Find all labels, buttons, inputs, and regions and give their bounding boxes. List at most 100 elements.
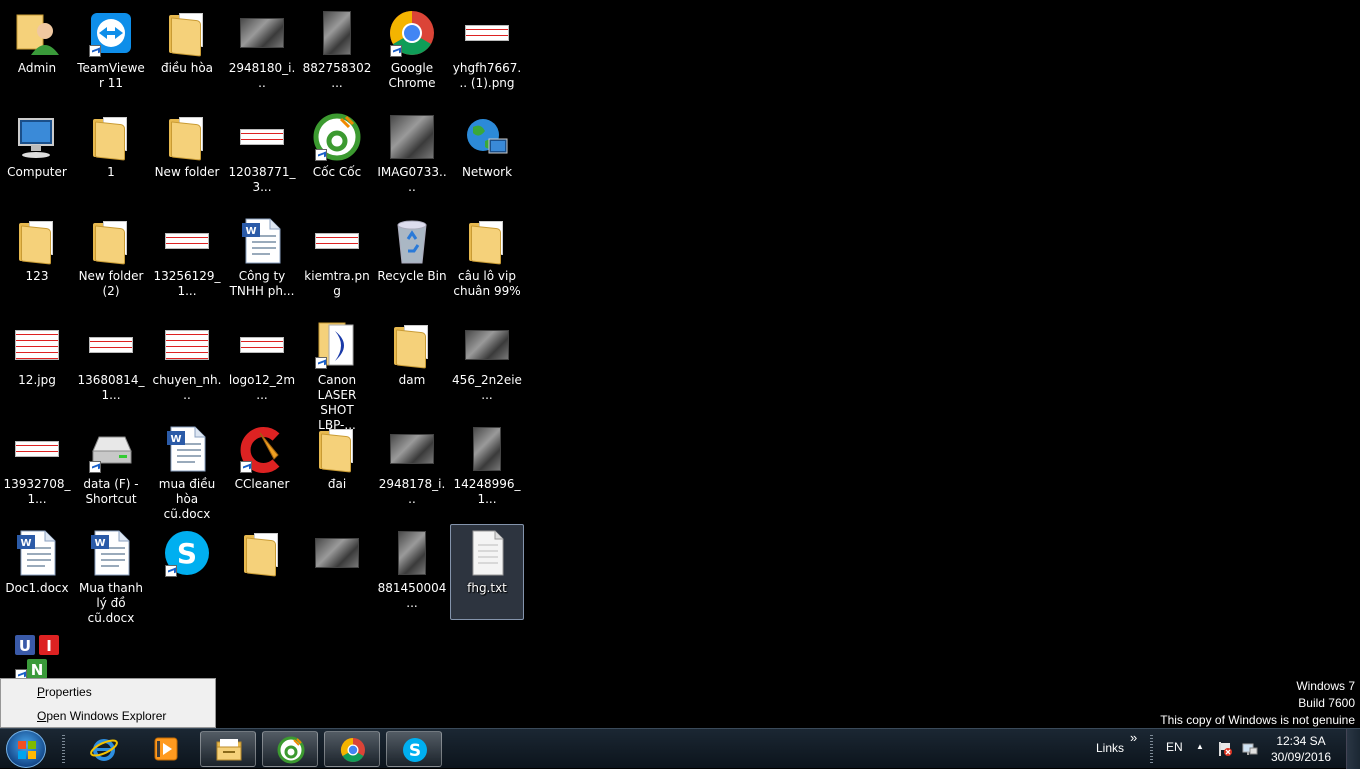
taskbar-internet-explorer[interactable] (76, 731, 132, 767)
desktop-icon-google-chrome[interactable]: Google Chrome (375, 4, 449, 100)
word-icon: W (13, 529, 61, 577)
shortcut-arrow-icon (390, 45, 402, 57)
desktop-icon-ai[interactable]: đai (300, 420, 374, 516)
banner-icon (163, 321, 211, 369)
desktop-icon-cong-ty-tnhh-ph[interactable]: W Công ty TNHH ph... (225, 212, 299, 308)
links-chevron-icon[interactable]: » (1130, 730, 1137, 745)
desktop-icon-kiemtra-png[interactable]: kiemtra.png (300, 212, 374, 308)
recycle-icon (388, 217, 436, 265)
taskbar-skype[interactable]: S (386, 731, 442, 767)
desktop-icon-mua-thanh-ly-o-cu-docx[interactable]: W Mua thanh lý đồ cũ.docx (74, 524, 148, 625)
language-indicator[interactable]: EN (1166, 740, 1183, 754)
desktop-icon-teamviewer-11[interactable]: TeamViewer 11 (74, 4, 148, 100)
desktop-icon-1[interactable]: 1 (74, 108, 148, 204)
desktop-icon-ieu-hoa[interactable]: điều hòa (150, 4, 224, 100)
desktop-icon-new-folder[interactable]: New folder (150, 108, 224, 204)
desktop-icon-label: 12.jpg (18, 373, 56, 387)
desktop-icon-cau-lo-vip-chuan-99[interactable]: câu lô vip chuân 99% (450, 212, 524, 308)
desktop-icon-icon-38[interactable] (225, 524, 299, 620)
desktop-icon-2948180-i[interactable]: 2948180_i... (225, 4, 299, 100)
svg-text:W: W (94, 538, 105, 549)
desktop-icon-icon-39[interactable] (300, 524, 374, 620)
menu-item-open-windows-explorer[interactable]: Open Windows Explorer (3, 705, 213, 727)
desktop-icon-123[interactable]: 123 (0, 212, 74, 308)
ccleaner-icon (238, 425, 286, 473)
desktop-icon-dam[interactable]: dam (375, 316, 449, 412)
tray-grip[interactable] (1150, 735, 1153, 763)
desktop-icon-yhgfh7667-1-png[interactable]: yhgfh7667... (1).png (450, 4, 524, 100)
desktop-icon-label: 13932708_1... (3, 477, 71, 506)
desktop-icon-computer[interactable]: Computer (0, 108, 74, 204)
desktop-icon-chuyen-nh[interactable]: chuyen_nh... (150, 316, 224, 412)
desktop-icon-mua-ieu-hoa-cu-docx[interactable]: Wmua điều hòa cũ.docx (150, 420, 224, 521)
photo-icon (313, 529, 361, 577)
links-toolbar[interactable]: Links (1096, 741, 1124, 755)
desktop-icon-ccleaner[interactable]: CCleaner (225, 420, 299, 516)
taskbar-grip[interactable] (62, 735, 65, 763)
desktop-icon-label: đai (327, 477, 347, 491)
desktop-icon-882758302[interactable]: 882758302... (300, 4, 374, 100)
desktop-icon-12038771-3[interactable]: 12038771_3... (225, 108, 299, 204)
taskbar-windows-explorer[interactable] (200, 731, 256, 767)
shortcut-arrow-icon (315, 149, 327, 161)
photo-icon (388, 425, 436, 473)
desktop-icon-13256129-1[interactable]: 13256129_1... (150, 212, 224, 308)
desktop-icon-label: Mua thanh lý đồ cũ.docx (78, 581, 143, 625)
banner-icon (238, 321, 286, 369)
desktop-icon-network[interactable]: Network (450, 108, 524, 204)
desktop-icon-456-2n2eie[interactable]: 456_2n2eie... (450, 316, 524, 412)
banner-icon (87, 321, 135, 369)
show-hidden-icons-arrow[interactable]: ▲ (1196, 742, 1204, 751)
desktop-icon-imag0733[interactable]: IMAG0733.... (375, 108, 449, 204)
desktop-icon-coc-coc[interactable]: Cốc Cốc (300, 108, 374, 204)
desktop-icon-label: Doc1.docx (5, 581, 69, 595)
taskbar-google-chrome[interactable] (324, 731, 380, 767)
clock-time: 12:34 SA (1276, 734, 1326, 748)
desktop-icon-canon-laser-shot-lbp[interactable]: Canon LASER SHOT LBP-... (300, 316, 374, 432)
desktop-icon-label: 13256129_1... (153, 269, 221, 298)
desktop-icon-label: CCleaner (234, 477, 290, 491)
show-desktop-button[interactable] (1346, 729, 1360, 769)
banner-icon (313, 217, 361, 265)
folder-icon (463, 217, 511, 265)
shortcut-arrow-icon (240, 461, 252, 473)
menu-item-properties[interactable]: Properties (3, 681, 213, 703)
svg-text:W: W (170, 434, 181, 445)
windows-explorer-icon (216, 739, 242, 761)
desktop-icon-recycle-bin[interactable]: Recycle Bin (375, 212, 449, 308)
svg-text:S: S (177, 537, 197, 570)
desktop-icon-label: chuyen_nh... (152, 373, 222, 402)
desktop-icon-fhg-txt[interactable]: fhg.txt (450, 524, 524, 620)
system-clock[interactable]: 12:34 SA 30/09/2016 (1266, 733, 1336, 765)
desktop-icon-logo12-2m[interactable]: logo12_2m... (225, 316, 299, 412)
desktop-icon-13932708-1[interactable]: 13932708_1... (0, 420, 74, 516)
desktop-icon-881450004[interactable]: 881450004... (375, 524, 449, 620)
desktop-icon-13680814-1[interactable]: 13680814_1... (74, 316, 148, 412)
desktop-icon-admin[interactable]: Admin (0, 4, 74, 100)
desktop-icon-label: New folder (154, 165, 220, 179)
desktop-icon-new-folder-2[interactable]: New folder (2) (74, 212, 148, 308)
shortcut-arrow-icon (315, 357, 327, 369)
desktop-icon-data-f-shortcut[interactable]: data (F) - Shortcut (74, 420, 148, 516)
photo-icon (238, 9, 286, 57)
shortcut-arrow-icon (89, 461, 101, 473)
svg-text:S: S (409, 741, 421, 761)
start-button[interactable] (6, 730, 46, 768)
desktop-icon-2948178-i[interactable]: 2948178_i... (375, 420, 449, 516)
desktop-icon-14248996-1[interactable]: 14248996_1... (450, 420, 524, 516)
desktop-icon-doc1-docx[interactable]: W Doc1.docx (0, 524, 74, 620)
watermark-genuine: This copy of Windows is not genuine (1160, 713, 1355, 727)
internet-explorer-icon (90, 739, 118, 761)
photo-icon (463, 321, 511, 369)
action-center-flag-icon[interactable] (1217, 741, 1233, 757)
desktop-icon-12-jpg[interactable]: 12.jpg (0, 316, 74, 412)
coc-coc-icon (277, 736, 305, 764)
taskbar-coc-coc[interactable] (262, 731, 318, 767)
taskbar-media-player[interactable] (138, 731, 194, 767)
desktop-icon-label: 882758302... (302, 61, 372, 90)
network-tray-icon[interactable] (1242, 741, 1258, 757)
desktop-icon-icon-37[interactable]: S (150, 524, 224, 620)
windows-logo-icon (18, 741, 36, 759)
svg-text:W: W (245, 226, 256, 237)
watermark-os: Windows 7 (1296, 679, 1355, 693)
